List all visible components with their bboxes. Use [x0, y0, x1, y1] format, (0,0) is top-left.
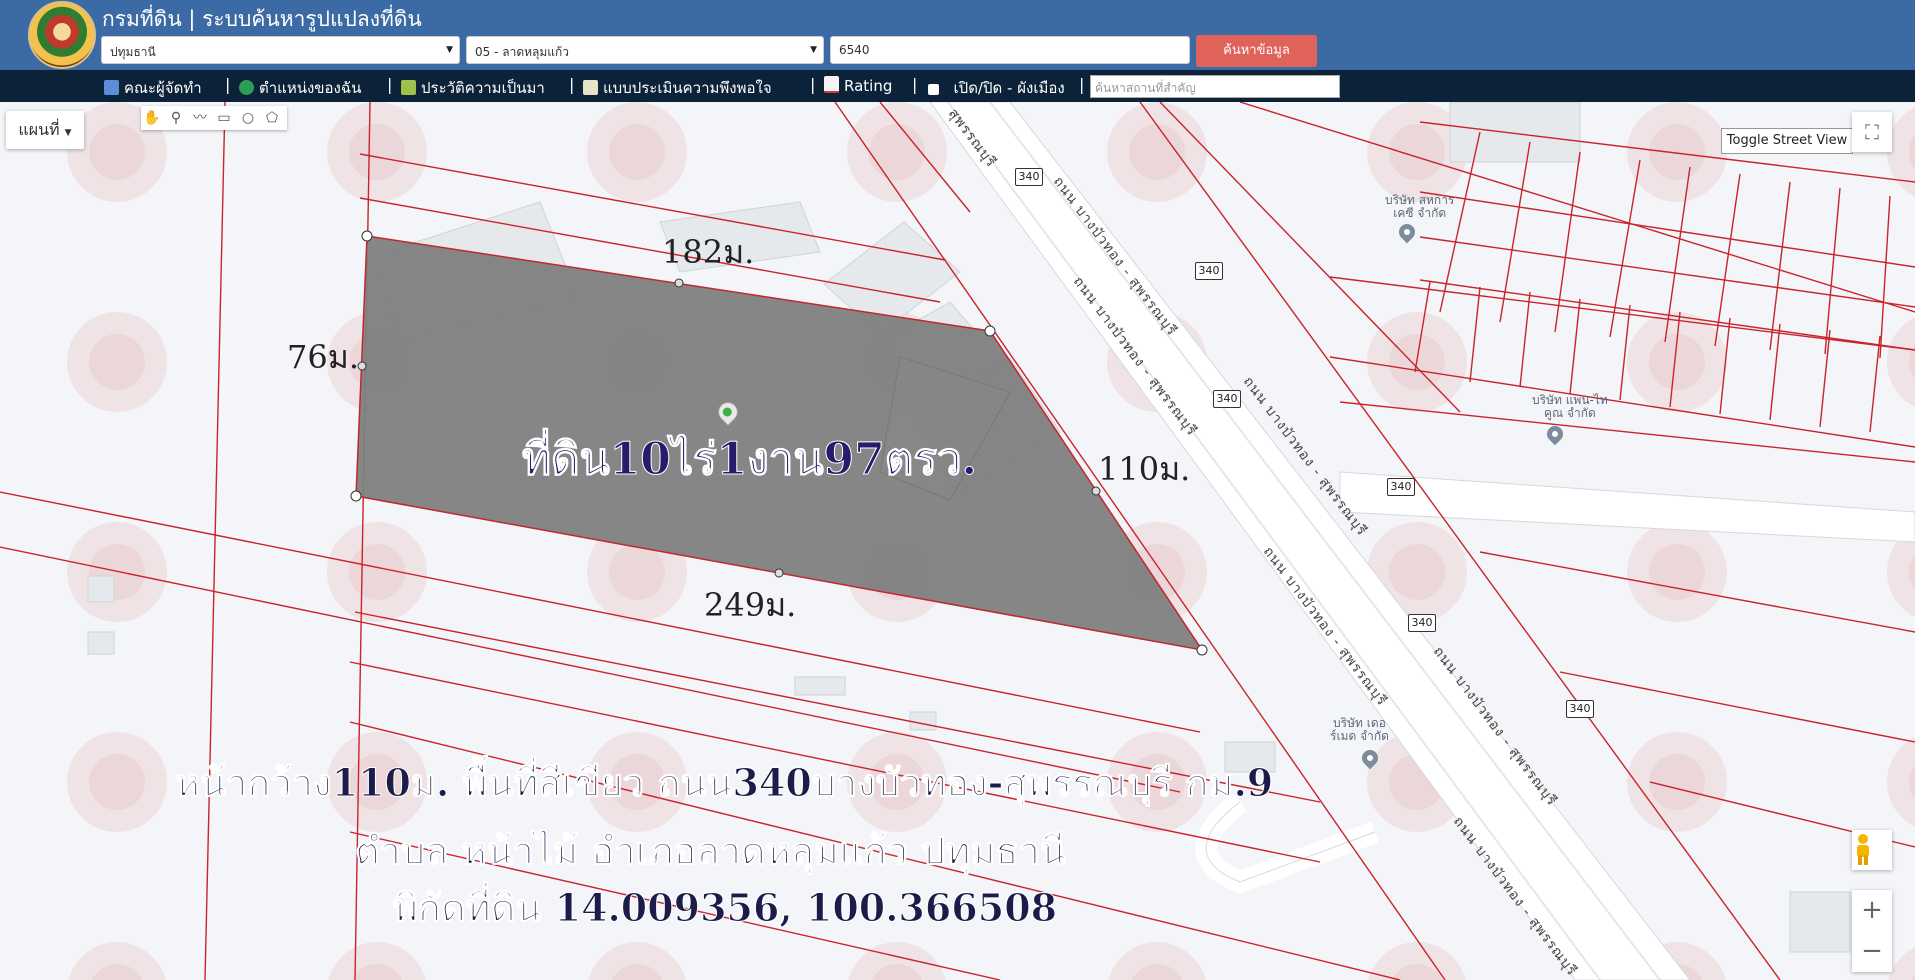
map-canvas[interactable]: สุพรรณบุรี ถนน บางบัวทอง - สุพรรณบุรี ถน… [0, 102, 1915, 980]
route-shield: 340 [1566, 700, 1594, 718]
toggle-street-view-button[interactable]: Toggle Street View [1721, 128, 1853, 154]
globe-icon [239, 80, 254, 95]
department-seal-logo [28, 1, 96, 69]
map-type-label: แผนที่ [18, 120, 60, 139]
district-select-value: 05 - ลาดหลุมแก้ว [475, 45, 570, 59]
poi-label: บริษัท สหการ เคซี จำกัด [1385, 193, 1455, 220]
menu-separator: | [1079, 75, 1085, 94]
menu-bar: คณะผู้จัดทำ | ตำแหน่งของฉัน | ประวัติควา… [0, 70, 1915, 102]
plant-icon [401, 80, 416, 95]
route-shield: 340 [1195, 262, 1223, 280]
caption-line-1: หน้ากว้าง110ม. พื้นที่สีเขียว ถนน340บางบ… [174, 760, 1274, 806]
menu-item-label: ประวัติความเป็นมา [421, 79, 545, 97]
checkbox-icon[interactable] [928, 84, 939, 95]
parcel-side-top-length: 182ม. [662, 233, 755, 271]
route-shield: 340 [1387, 478, 1415, 496]
drawing-toolbar: ✋ ⚲ 〰 ▭ ○ ⬠ [141, 106, 287, 130]
search-button[interactable]: ค้นหาข้อมูล [1196, 35, 1317, 67]
route-shield: 340 [1213, 390, 1241, 408]
hand-icon[interactable]: ✋ [143, 109, 161, 127]
zoom-in-button[interactable]: + [1852, 890, 1892, 931]
menu-item-rating[interactable]: Rating [824, 76, 892, 95]
menu-item-my-location[interactable]: ตำแหน่งของฉัน [239, 76, 361, 100]
province-select[interactable]: ปทุมธานี ▼ [101, 36, 460, 64]
menu-item-label: แบบประเมินความพึงพอใจ [603, 79, 772, 97]
polygon-icon[interactable]: ⬠ [263, 109, 281, 127]
caret-down-icon: ▼ [64, 128, 72, 138]
menu-item-label: คณะผู้จัดทำ [124, 79, 202, 97]
parcel-side-left-length: 76ม. [287, 338, 359, 376]
menu-item-survey[interactable]: แบบประเมินความพึงพอใจ [583, 76, 772, 100]
form-icon [583, 80, 598, 95]
poi-label: บริษัท เดอ ร์เมด จำกัด [1330, 716, 1389, 743]
rectangle-icon[interactable]: ▭ [215, 109, 233, 127]
circle-icon[interactable]: ○ [239, 109, 257, 127]
fullscreen-icon[interactable]: ⛶ [1852, 112, 1892, 152]
district-select[interactable]: 05 - ลาดหลุมแก้ว ▼ [466, 36, 824, 64]
menu-separator: | [810, 75, 816, 94]
menu-separator: | [912, 75, 918, 94]
menu-item-team[interactable]: คณะผู้จัดทำ [104, 76, 202, 100]
caption-line-3: พิกัดที่ดิน 14.009356, 100.366508 [392, 885, 1058, 931]
place-search-input[interactable]: ค้นหาสถานที่สำคัญ [1090, 75, 1340, 98]
caption-line-2: ตำบล หน้าไม้ อำเภอลาดหลุมแก้ว ปทุมธานี [355, 828, 1067, 874]
parcel-side-bottom-length: 249ม. [704, 586, 797, 624]
parcel-number-input[interactable]: 6540 [830, 36, 1190, 64]
route-shield: 340 [1015, 168, 1043, 186]
zoom-out-button[interactable]: − [1852, 931, 1892, 972]
chevron-down-icon: ▼ [810, 45, 817, 55]
menu-separator: | [569, 75, 575, 94]
pegman-icon[interactable] [1852, 830, 1892, 870]
province-select-value: ปทุมธานี [110, 45, 156, 59]
menu-item-city-plan-toggle[interactable]: เปิด/ปิด - ผังเมือง [928, 76, 1065, 100]
menu-item-label: เปิด/ปิด - ผังเมือง [953, 79, 1065, 97]
menu-item-label: ตำแหน่งของฉัน [259, 79, 362, 97]
poi-label: บริษัท แพน-ไท คูณ จำกัด [1532, 393, 1608, 420]
marker-icon[interactable]: ⚲ [167, 109, 185, 127]
app-title: กรมที่ดิน | ระบบค้นหารูปแปลงที่ดิน [102, 7, 422, 31]
map-type-button[interactable]: แผนที่ ▼ [6, 111, 84, 149]
parcel-side-right-length: 110ม. [1098, 450, 1191, 488]
route-shield: 340 [1408, 614, 1436, 632]
header-bar: กรมที่ดิน | ระบบค้นหารูปแปลงที่ดิน ปทุมธ… [0, 0, 1915, 70]
menu-item-history[interactable]: ประวัติความเป็นมา [401, 76, 545, 100]
menu-separator: | [387, 75, 393, 94]
polyline-icon[interactable]: 〰 [191, 109, 209, 127]
chart-icon [824, 76, 839, 93]
chevron-down-icon: ▼ [446, 45, 453, 55]
parcel-area-label: ที่ดิน10ไร่1งาน97ตรว. [522, 434, 978, 486]
menu-item-label: Rating [844, 77, 893, 95]
menu-separator: | [225, 75, 231, 94]
people-icon [104, 80, 119, 95]
zoom-control: + − [1852, 890, 1892, 972]
